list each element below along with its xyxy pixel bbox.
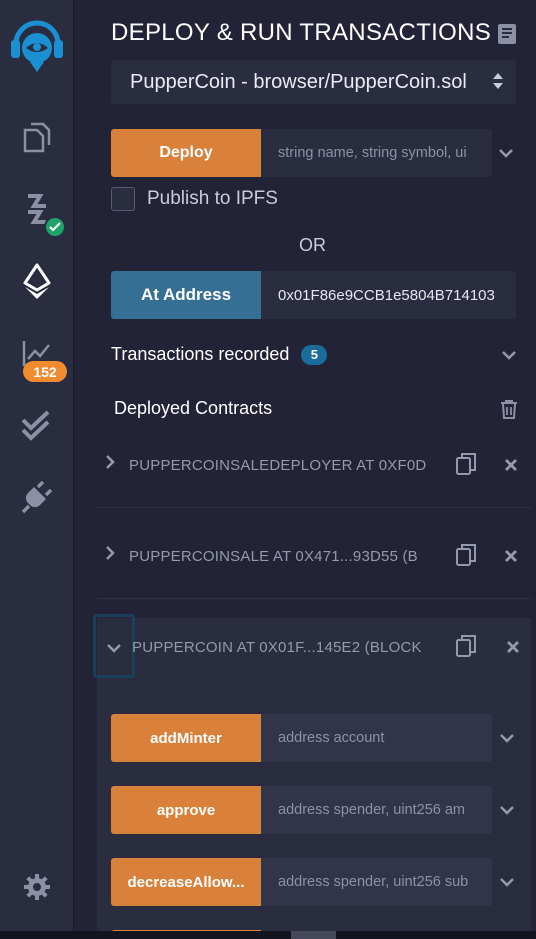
decreaseallowance-args-input[interactable]: address spender, uint256 sub: [261, 858, 492, 906]
compiled-check-icon: [44, 216, 66, 238]
deploy-icon[interactable]: [0, 262, 74, 302]
transactions-recorded[interactable]: Transactions recorded 5: [111, 344, 328, 365]
publish-ipfs-option[interactable]: Publish to IPFS: [111, 187, 278, 211]
plugin-icon[interactable]: [0, 478, 74, 516]
function-row: decreaseAllow... address spender, uint25…: [111, 858, 492, 906]
panel-title: DEPLOY & RUN TRANSACTIONS: [111, 19, 492, 46]
settings-icon[interactable]: [0, 870, 74, 904]
trash-icon[interactable]: [500, 399, 518, 424]
transactions-count-badge: 5: [301, 344, 328, 365]
icon-panel: 152: [0, 0, 74, 939]
close-icon[interactable]: [506, 640, 520, 659]
deployed-instance[interactable]: PUPPERCOINSALE AT 0X471...93D55 (B: [97, 515, 531, 599]
or-divider: OR: [299, 235, 326, 255]
contract-select-value: PupperCoin - browser/PupperCoin.sol: [130, 70, 467, 93]
publish-ipfs-checkbox[interactable]: [111, 187, 135, 211]
chevron-down-icon[interactable]: [496, 143, 516, 163]
copy-icon[interactable]: [455, 452, 477, 481]
expanded-instance: PUPPERCOIN AT 0X01F...145E2 (BLOCK addMi…: [93, 614, 531, 939]
deployed-instance[interactable]: PUPPERCOINSALEDEPLOYER AT 0XF0D: [97, 424, 531, 508]
close-icon[interactable]: [504, 458, 518, 477]
addminter-button[interactable]: addMinter: [111, 714, 261, 762]
decreaseallowance-button[interactable]: decreaseAllow...: [111, 858, 261, 906]
publish-ipfs-label: Publish to IPFS: [147, 188, 278, 209]
chevron-down-icon[interactable]: [499, 345, 519, 365]
deploy-args-input[interactable]: string name, string symbol, ui: [261, 129, 492, 177]
instance-title: PUPPERCOIN AT 0X01F...145E2 (BLOCK: [132, 639, 422, 656]
addminter-args-input[interactable]: address account: [261, 714, 492, 762]
at-address-row: At Address 0x01F86e9CCB1e5804B714103: [111, 271, 516, 319]
file-explorer-icon[interactable]: [0, 118, 74, 156]
chevron-right-icon[interactable]: [105, 454, 115, 475]
close-icon[interactable]: [504, 549, 518, 568]
deploy-button[interactable]: Deploy: [111, 129, 261, 177]
chevron-down-icon[interactable]: [497, 728, 517, 748]
approve-button[interactable]: approve: [111, 786, 261, 834]
analysis-count-badge: 152: [23, 361, 67, 382]
chevron-down-icon[interactable]: [497, 872, 517, 892]
deploy-row: Deploy string name, string symbol, ui: [111, 129, 492, 177]
at-address-input[interactable]: 0x01F86e9CCB1e5804B714103: [261, 271, 516, 319]
deploy-run-panel: DEPLOY & RUN TRANSACTIONS PupperCoin - b…: [75, 0, 536, 939]
instance-title: PUPPERCOINSALEDEPLOYER AT 0XF0D: [129, 457, 427, 474]
copy-icon[interactable]: [455, 634, 477, 663]
copy-icon[interactable]: [455, 543, 477, 572]
testing-icon[interactable]: [0, 408, 74, 444]
approve-args-input[interactable]: address spender, uint256 am: [261, 786, 492, 834]
deployed-contracts-label: Deployed Contracts: [114, 398, 273, 418]
remix-logo-icon[interactable]: [0, 10, 74, 76]
contract-select[interactable]: PupperCoin - browser/PupperCoin.sol: [111, 60, 516, 104]
instance-title: PUPPERCOINSALE AT 0X471...93D55 (B: [129, 548, 418, 565]
transactions-recorded-label: Transactions recorded: [111, 344, 290, 364]
chevron-down-icon[interactable]: [106, 640, 122, 658]
chevron-right-icon[interactable]: [105, 545, 115, 566]
at-address-button[interactable]: At Address: [111, 271, 261, 319]
function-row: addMinter address account: [111, 714, 492, 762]
chevron-down-icon[interactable]: [497, 800, 517, 820]
scrollbar-thumb[interactable]: [291, 931, 336, 939]
horizontal-scrollbar[interactable]: [0, 931, 536, 939]
function-row: approve address spender, uint256 am: [111, 786, 492, 834]
documentation-icon[interactable]: [497, 23, 517, 50]
select-arrows-icon: [492, 70, 504, 98]
